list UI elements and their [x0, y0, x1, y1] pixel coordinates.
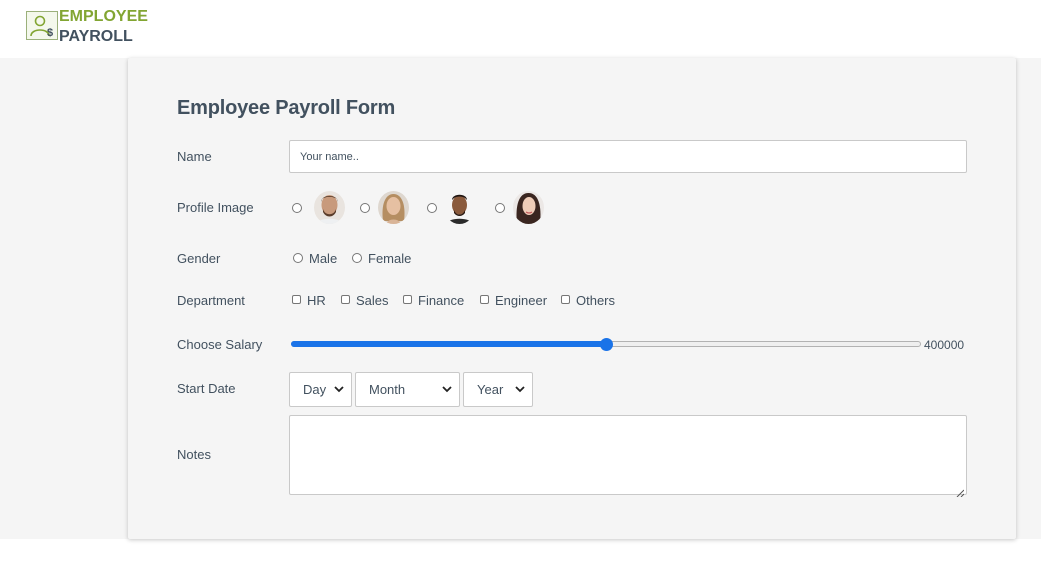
day-select[interactable]: Day — [289, 372, 352, 407]
logo-line-2: PAYROLL — [59, 28, 133, 45]
dept-hr-checkbox[interactable] — [292, 295, 301, 305]
dept-others-checkbox[interactable] — [561, 295, 570, 305]
gender-male-label: Male — [309, 251, 338, 266]
profile-radio-3[interactable] — [427, 203, 437, 213]
month-select[interactable]: Month — [355, 372, 460, 407]
gender-female-label: Female — [368, 251, 412, 266]
name-label: Name — [177, 149, 212, 164]
avatar-man-2[interactable] — [444, 191, 475, 224]
user-dollar-icon: $ — [26, 11, 58, 40]
header: $ EMPLOYEE PAYROLL — [0, 0, 1041, 58]
salary-slider-thumb[interactable] — [599, 338, 613, 351]
notes-label: Notes — [177, 447, 211, 462]
profile-radio-1[interactable] — [292, 203, 302, 213]
name-input[interactable] — [289, 140, 967, 173]
day-select-value: Day — [303, 382, 327, 397]
salary-slider-fill — [291, 341, 606, 347]
profile-radio-2[interactable] — [360, 203, 370, 213]
year-select[interactable]: Year — [463, 372, 533, 407]
year-select-value: Year — [477, 382, 504, 397]
dept-sales-checkbox[interactable] — [341, 295, 350, 305]
resize-handle-icon[interactable] — [956, 484, 965, 498]
chevron-down-icon — [334, 373, 344, 420]
department-label: Department — [177, 293, 245, 308]
gender-female-radio[interactable] — [352, 252, 362, 263]
payroll-form: Employee Payroll Form Name Profile Image — [128, 58, 1016, 539]
gender-male-option[interactable]: Male — [293, 251, 337, 266]
avatar-man-1[interactable] — [314, 191, 345, 224]
month-select-value: Month — [369, 382, 406, 397]
dept-hr-label: HR — [307, 293, 326, 308]
profile-image-label: Profile Image — [177, 200, 254, 215]
dept-finance-label: Finance — [418, 293, 465, 308]
dept-finance-checkbox[interactable] — [403, 295, 412, 305]
dept-hr-option[interactable]: HR — [292, 293, 326, 308]
dept-sales-option[interactable]: Sales — [341, 293, 389, 308]
gender-male-radio[interactable] — [293, 252, 303, 263]
notes-textarea[interactable] — [289, 415, 967, 498]
dept-others-label: Others — [576, 293, 616, 308]
avatar-woman-1[interactable] — [378, 191, 409, 224]
form-title: Employee Payroll Form — [177, 97, 396, 119]
avatar-woman-2[interactable] — [513, 191, 544, 224]
dept-finance-option[interactable]: Finance — [403, 293, 464, 308]
profile-radio-4[interactable] — [495, 203, 505, 213]
chevron-down-icon — [515, 373, 525, 420]
start-date-label: Start Date — [177, 381, 236, 396]
gender-female-option[interactable]: Female — [352, 251, 411, 266]
dept-engineer-label: Engineer — [495, 293, 548, 308]
salary-slider[interactable] — [291, 338, 921, 351]
svg-text:$: $ — [47, 27, 53, 39]
dept-engineer-checkbox[interactable] — [480, 295, 489, 305]
salary-label: Choose Salary — [177, 337, 263, 352]
dept-engineer-option[interactable]: Engineer — [480, 293, 547, 308]
dept-sales-label: Sales — [356, 293, 389, 308]
logo-text: EMPLOYEE PAYROLL — [59, 7, 148, 47]
chevron-down-icon — [442, 373, 452, 420]
logo-line-1: EMPLOYEE — [59, 8, 148, 25]
dept-others-option[interactable]: Others — [561, 293, 615, 308]
gender-label: Gender — [177, 251, 221, 266]
salary-value: 400000 — [924, 338, 965, 352]
